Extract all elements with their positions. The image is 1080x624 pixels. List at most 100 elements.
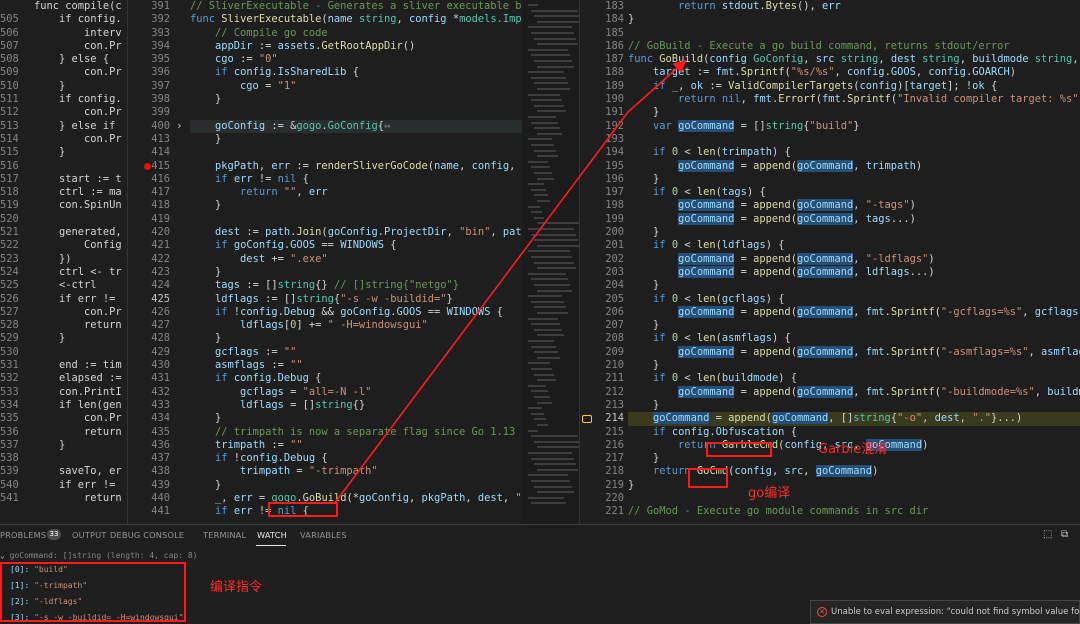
line-number[interactable]: 392 — [128, 13, 170, 26]
code-line[interactable]: gcflags := "" — [190, 346, 522, 359]
line-number[interactable]: 510 — [0, 80, 19, 93]
line-number[interactable]: 191 — [580, 106, 624, 119]
line-number[interactable]: 183 — [580, 0, 624, 13]
breakpoint-icon[interactable] — [144, 162, 151, 170]
line-number[interactable]: 204 — [580, 279, 624, 292]
code-line[interactable]: generated, — [34, 226, 122, 239]
line-number[interactable]: 430 — [128, 359, 170, 372]
code-line[interactable]: ldflags = []string{} — [190, 399, 522, 412]
line-number[interactable]: 184 — [580, 13, 624, 26]
code-line[interactable]: ctrl := ma — [34, 186, 122, 199]
line-number[interactable]: 400 — [128, 120, 170, 133]
code-line[interactable]: interv — [34, 27, 122, 40]
code-line[interactable]: } else if — [34, 120, 122, 133]
line-number[interactable]: 518 — [0, 186, 19, 199]
line-number[interactable]: 540 — [0, 479, 19, 492]
code-line[interactable]: } — [628, 173, 1080, 186]
line-number[interactable]: 536 — [0, 426, 19, 439]
line-number[interactable]: 188 — [580, 66, 624, 79]
code-line[interactable] — [628, 27, 1080, 40]
line-number[interactable]: 521 — [0, 226, 19, 239]
line-number[interactable]: 530 — [0, 346, 19, 359]
code-line[interactable]: if len(gen — [34, 399, 122, 412]
code-line[interactable]: // Compile go code — [190, 27, 522, 40]
code-line[interactable]: start := t — [34, 173, 122, 186]
code-line[interactable]: if 0 < len(gcflags) { — [628, 293, 1080, 306]
tab-watch[interactable]: WATCH — [257, 530, 287, 540]
line-number[interactable]: 515 — [0, 146, 19, 159]
code-line[interactable]: goCommand = append(goCommand, "-ldflags"… — [628, 252, 1080, 266]
line-number[interactable]: 422 — [128, 253, 170, 266]
line-number[interactable]: 210 — [580, 359, 624, 372]
code-line[interactable]: con.Pr — [34, 106, 122, 119]
code-line[interactable]: trimpath := "" — [190, 439, 522, 452]
code-line[interactable]: } — [190, 332, 522, 345]
line-number[interactable]: 213 — [580, 399, 624, 412]
line-number[interactable]: 205 — [580, 293, 624, 306]
code-line[interactable]: con.PrintI — [34, 386, 122, 399]
code-line[interactable]: cgo := "0" — [190, 53, 522, 66]
line-number[interactable]: 417 — [128, 186, 170, 199]
line-number[interactable]: 431 — [128, 372, 170, 385]
line-number[interactable]: 202 — [580, 253, 624, 266]
line-number[interactable]: 512 — [0, 106, 19, 119]
line-number[interactable]: 514 — [0, 133, 19, 146]
line-number[interactable]: 426 — [128, 306, 170, 319]
code-line[interactable]: // trimpath is now a separate flag since… — [190, 426, 522, 439]
line-number[interactable]: 435 — [128, 426, 170, 439]
code-line[interactable]: if _, ok := ValidCompilerTargets(config)… — [628, 80, 1080, 93]
code-line[interactable]: ldflags[0] += " -H=windowsgui" — [190, 319, 522, 332]
code-line[interactable]: if !config.Debug { — [190, 452, 522, 465]
code-line[interactable]: } — [34, 80, 122, 93]
line-number[interactable]: 534 — [0, 399, 19, 412]
code-line[interactable]: if 0 < len(buildmode) { — [628, 372, 1080, 385]
line-number[interactable]: 434 — [128, 412, 170, 425]
code-line[interactable]: } — [628, 359, 1080, 372]
line-number[interactable]: 209 — [580, 346, 624, 359]
line-number[interactable]: 439 — [128, 479, 170, 492]
line-number[interactable]: 206 — [580, 306, 624, 319]
code-line[interactable]: } — [34, 439, 122, 452]
code-line[interactable]: } — [34, 146, 122, 159]
line-number[interactable]: 413 — [128, 133, 170, 146]
line-number[interactable]: 203 — [580, 266, 624, 279]
error-notification[interactable]: ✕ Unable to eval expression: "could not … — [810, 600, 1080, 624]
code-line[interactable] — [628, 133, 1080, 146]
code-line[interactable]: return nil, fmt.Errorf(fmt.Sprintf("Inva… — [628, 93, 1080, 106]
code-line[interactable]: target := fmt.Sprintf("%s/%s", config.GO… — [628, 66, 1080, 79]
line-number[interactable]: 433 — [128, 399, 170, 412]
code-line[interactable] — [190, 146, 522, 159]
code-line[interactable] — [34, 452, 122, 465]
line-number[interactable]: 212 — [580, 386, 624, 399]
code-line[interactable]: return stdout.Bytes(), err — [628, 0, 1080, 13]
code-line[interactable]: end := tim — [34, 359, 122, 372]
line-number[interactable]: 437 — [128, 452, 170, 465]
line-number[interactable]: 538 — [0, 452, 19, 465]
code-line[interactable]: if 0 < len(asmflags) { — [628, 332, 1080, 345]
code-line[interactable]: goCommand = append(goCommand, fmt.Sprint… — [628, 305, 1080, 319]
line-number[interactable]: 508 — [0, 53, 19, 66]
line-number[interactable]: 394 — [128, 40, 170, 53]
code-line[interactable]: if err != — [34, 293, 122, 306]
line-number[interactable] — [0, 0, 18, 13]
code-line[interactable]: Config — [34, 239, 122, 252]
fold-chevron-icon[interactable]: › — [176, 119, 183, 132]
line-number[interactable]: 428 — [128, 332, 170, 345]
code-line[interactable]: con.Pr — [34, 306, 122, 319]
code-line[interactable]: ldflags := []string{"-s -w -buildid="} — [190, 293, 522, 306]
line-number[interactable]: 190 — [580, 93, 624, 106]
code-line[interactable]: } — [628, 279, 1080, 292]
code-line[interactable]: goConfig := &gogo.GoConfig{↔ — [190, 119, 522, 133]
tab-problems[interactable]: PROBLEMS — [0, 530, 46, 540]
code-line[interactable]: con.Pr — [34, 66, 122, 79]
code-line[interactable]: dest += ".exe" — [190, 253, 522, 266]
line-number[interactable]: 207 — [580, 319, 624, 332]
line-number[interactable]: 419 — [128, 213, 170, 226]
code-line[interactable] — [628, 492, 1080, 505]
code-line[interactable]: goCommand = append(goCommand, fmt.Sprint… — [628, 385, 1080, 399]
code-line[interactable]: appDir := assets.GetRootAppDir() — [190, 40, 522, 53]
code-line[interactable]: goCommand = append(goCommand, fmt.Sprint… — [628, 345, 1080, 359]
line-number[interactable]: 414 — [128, 146, 170, 159]
line-number[interactable]: 192 — [580, 120, 624, 133]
line-number[interactable]: 526 — [0, 293, 19, 306]
